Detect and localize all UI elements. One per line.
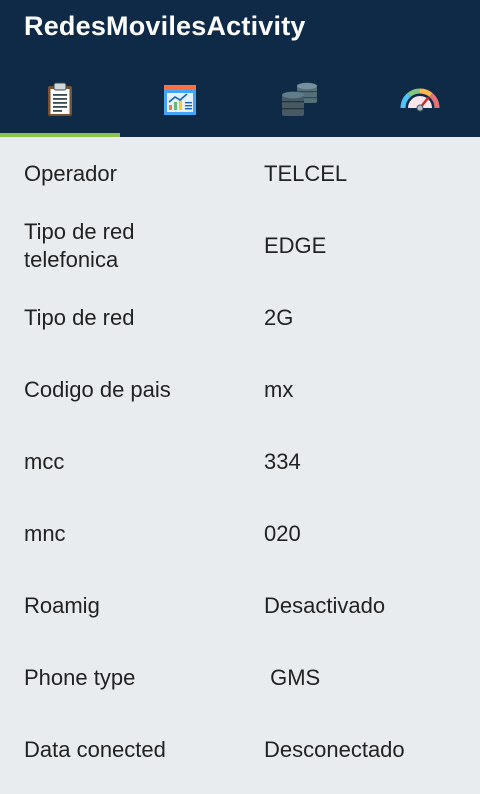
- info-row-phone-type: Phone type GMS: [0, 641, 480, 713]
- row-label: mcc: [24, 449, 65, 474]
- clipboard-icon: [48, 82, 72, 116]
- network-info-list: Operador TELCEL Tipo de red telefonica E…: [0, 137, 480, 794]
- info-row-mcc: mcc 334: [0, 425, 480, 497]
- row-value: GMS: [264, 665, 321, 690]
- tab-speed[interactable]: [360, 64, 480, 137]
- row-value: 334: [264, 449, 301, 474]
- row-label: Operador: [24, 161, 117, 186]
- database-icon: [282, 82, 317, 116]
- tab-info[interactable]: [0, 64, 120, 137]
- speedometer-icon: [400, 87, 440, 111]
- info-row-codigo-pais: Codigo de pais mx: [0, 353, 480, 425]
- row-label: Roamig: [24, 593, 100, 618]
- tab-statistics[interactable]: [120, 64, 240, 137]
- row-value: 2G: [264, 305, 294, 330]
- row-label: Data conected: [24, 737, 166, 762]
- info-row-tipo-red-telefonica: Tipo de red telefonica EDGE: [0, 209, 480, 281]
- row-label: Codigo de pais: [24, 377, 171, 402]
- app-title: RedesMovilesActivity: [24, 11, 306, 41]
- info-row-operador: Operador TELCEL: [0, 137, 480, 209]
- row-value: 020: [264, 521, 301, 546]
- row-value: TELCEL: [264, 161, 348, 186]
- info-row-data-connected: Data conected Desconectado: [0, 713, 480, 785]
- row-value: mx: [264, 377, 294, 402]
- row-label: Tipo de red: [24, 305, 135, 330]
- row-value: Desactivado: [264, 593, 386, 618]
- row-value: EDGE: [264, 233, 327, 258]
- row-value: Desconectado: [264, 737, 405, 762]
- tab-data[interactable]: [240, 64, 360, 137]
- row-label: Tipo de red telefonica: [24, 219, 135, 272]
- row-label: mnc: [24, 521, 66, 546]
- row-label: Phone type: [24, 665, 136, 690]
- info-row-roaming: Roamig Desactivado: [0, 569, 480, 641]
- info-row-mnc: mnc 020: [0, 497, 480, 569]
- tab-bar: [0, 64, 480, 137]
- info-row-tipo-red: Tipo de red 2G: [0, 281, 480, 353]
- chart-report-icon: [164, 84, 196, 115]
- app-bar: RedesMovilesActivity: [0, 0, 480, 137]
